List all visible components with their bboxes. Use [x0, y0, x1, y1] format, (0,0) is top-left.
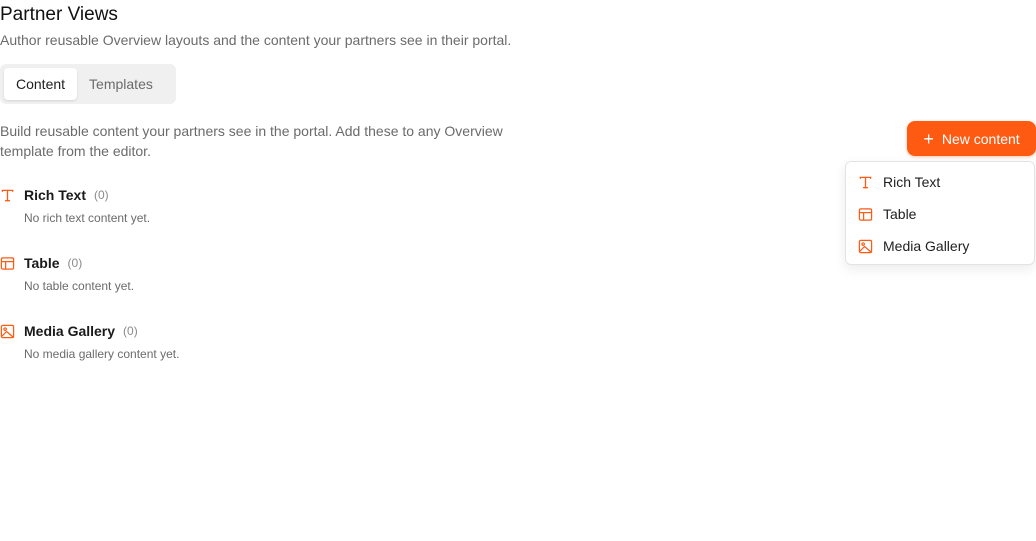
page-subtitle: Author reusable Overview layouts and the…	[0, 32, 512, 48]
table-icon	[858, 207, 873, 222]
new-content-dropdown: Rich Text Table Media Gallery	[845, 161, 1035, 265]
plus-icon: +	[923, 128, 934, 149]
section-title: Rich Text	[24, 187, 86, 203]
section-media-gallery: Media Gallery (0) No media gallery conte…	[0, 321, 179, 361]
section-count: (0)	[123, 324, 138, 338]
empty-state-text: No table content yet.	[24, 279, 135, 293]
view-tabs: Content Templates	[0, 64, 176, 104]
section-rich-text: Rich Text (0) No rich text content yet.	[0, 185, 150, 225]
menu-item-rich-text[interactable]: Rich Text	[846, 166, 1034, 198]
section-table: Table (0) No table content yet.	[0, 253, 134, 293]
tab-content[interactable]: Content	[4, 68, 78, 100]
section-title: Media Gallery	[24, 323, 116, 339]
new-content-label: New content	[941, 130, 1020, 147]
section-count: (0)	[67, 256, 83, 270]
text-type-icon	[858, 175, 873, 190]
section-count: (0)	[93, 188, 109, 202]
image-icon	[858, 239, 873, 254]
empty-state-text: No rich text content yet.	[24, 211, 151, 225]
text-type-icon	[0, 187, 16, 203]
empty-state-text: No media gallery content yet.	[24, 347, 180, 361]
page-title: Partner Views	[0, 4, 118, 25]
new-content-button[interactable]: + New content	[907, 121, 1036, 156]
tab-templates[interactable]: Templates	[77, 68, 165, 100]
menu-item-label: Rich Text	[883, 174, 941, 190]
menu-item-label: Media Gallery	[883, 238, 970, 254]
menu-item-table[interactable]: Table	[846, 198, 1034, 230]
image-icon	[0, 323, 16, 339]
table-icon	[0, 255, 16, 271]
section-title: Table	[24, 255, 60, 271]
partner-views-page: Partner Views Author reusable Overview l…	[0, 0, 1036, 541]
menu-item-label: Table	[883, 206, 917, 222]
menu-item-media-gallery[interactable]: Media Gallery	[846, 230, 1034, 262]
content-intro-text: Build reusable content your partners see…	[0, 123, 503, 159]
